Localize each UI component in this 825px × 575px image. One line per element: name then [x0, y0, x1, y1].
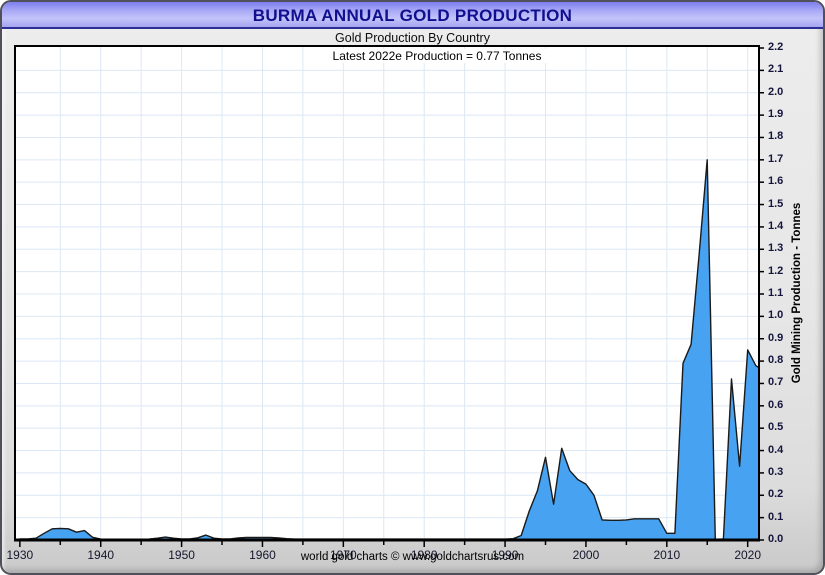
area-chart-canvas: [2, 2, 825, 575]
footer-credit: world gold charts © www.goldchartsrus.co…: [2, 551, 823, 563]
chart-window: BURMA ANNUAL GOLD PRODUCTION Gold Produc…: [0, 0, 825, 575]
y-axis-title: Gold Mining Production - Tonnes: [791, 203, 803, 384]
latest-production-annotation: Latest 2022e Production = 0.77 Tonnes: [327, 49, 548, 63]
